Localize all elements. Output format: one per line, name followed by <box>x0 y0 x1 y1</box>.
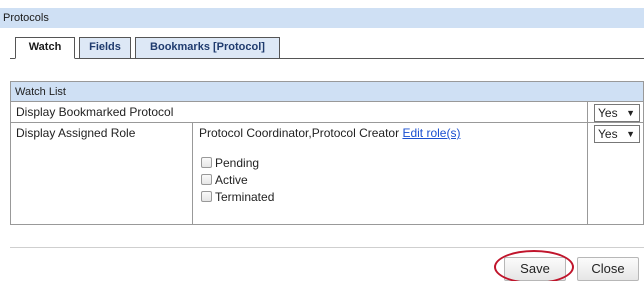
tab-watch[interactable]: Watch <box>15 37 75 59</box>
tabs-underline <box>10 58 644 59</box>
row-label-assigned-role: Display Assigned Role <box>16 126 136 140</box>
tab-fields[interactable]: Fields <box>79 37 131 59</box>
column-divider <box>587 123 588 225</box>
panel-title: Protocols <box>0 8 644 28</box>
terminated-label: Terminated <box>215 190 275 204</box>
assigned-role-select-value: Yes <box>598 127 618 141</box>
tab-bookmarks-label: Bookmarks [Protocol] <box>150 41 265 53</box>
active-checkbox[interactable] <box>201 174 212 185</box>
column-divider <box>587 102 588 122</box>
bookmarked-protocol-select-value: Yes <box>598 106 618 120</box>
terminated-checkbox[interactable] <box>201 191 212 202</box>
save-button[interactable]: Save <box>504 257 566 281</box>
tab-watch-label: Watch <box>28 41 62 53</box>
dropdown-arrow-icon: ▼ <box>626 129 635 139</box>
watch-list-header: Watch List <box>11 82 643 102</box>
protocols-page: Protocols Watch Fields Bookmarks [Protoc… <box>0 0 644 281</box>
bookmarked-protocol-select[interactable]: Yes ▼ <box>594 104 640 122</box>
dropdown-arrow-icon: ▼ <box>626 108 635 118</box>
row-label-bookmarked-protocol: Display Bookmarked Protocol <box>16 105 174 119</box>
pending-label: Pending <box>215 156 260 170</box>
assigned-role-select[interactable]: Yes ▼ <box>594 125 640 143</box>
assigned-roles-text: Protocol Coordinator,Protocol Creator <box>199 126 400 140</box>
pending-checkbox[interactable] <box>201 157 212 168</box>
watch-list-table: Watch List Display Bookmarked Protocol Y… <box>10 81 644 225</box>
column-divider <box>192 123 193 225</box>
footer-divider <box>10 247 644 248</box>
status-terminated-option[interactable]: Terminated <box>201 190 274 206</box>
tab-bookmarks-protocol[interactable]: Bookmarks [Protocol] <box>135 37 280 59</box>
status-active-option[interactable]: Active <box>201 173 248 189</box>
table-row-assigned-role: Display Assigned Role Protocol Coordinat… <box>11 123 643 225</box>
table-row-bookmarked-protocol: Display Bookmarked Protocol Yes ▼ <box>11 102 643 123</box>
close-button[interactable]: Close <box>577 257 639 281</box>
status-pending-option[interactable]: Pending <box>201 156 259 172</box>
active-label: Active <box>215 173 248 187</box>
tab-fields-label: Fields <box>89 41 121 53</box>
edit-roles-link[interactable]: Edit role(s) <box>402 126 460 140</box>
assigned-roles-line: Protocol Coordinator,Protocol Creator Ed… <box>199 126 460 140</box>
